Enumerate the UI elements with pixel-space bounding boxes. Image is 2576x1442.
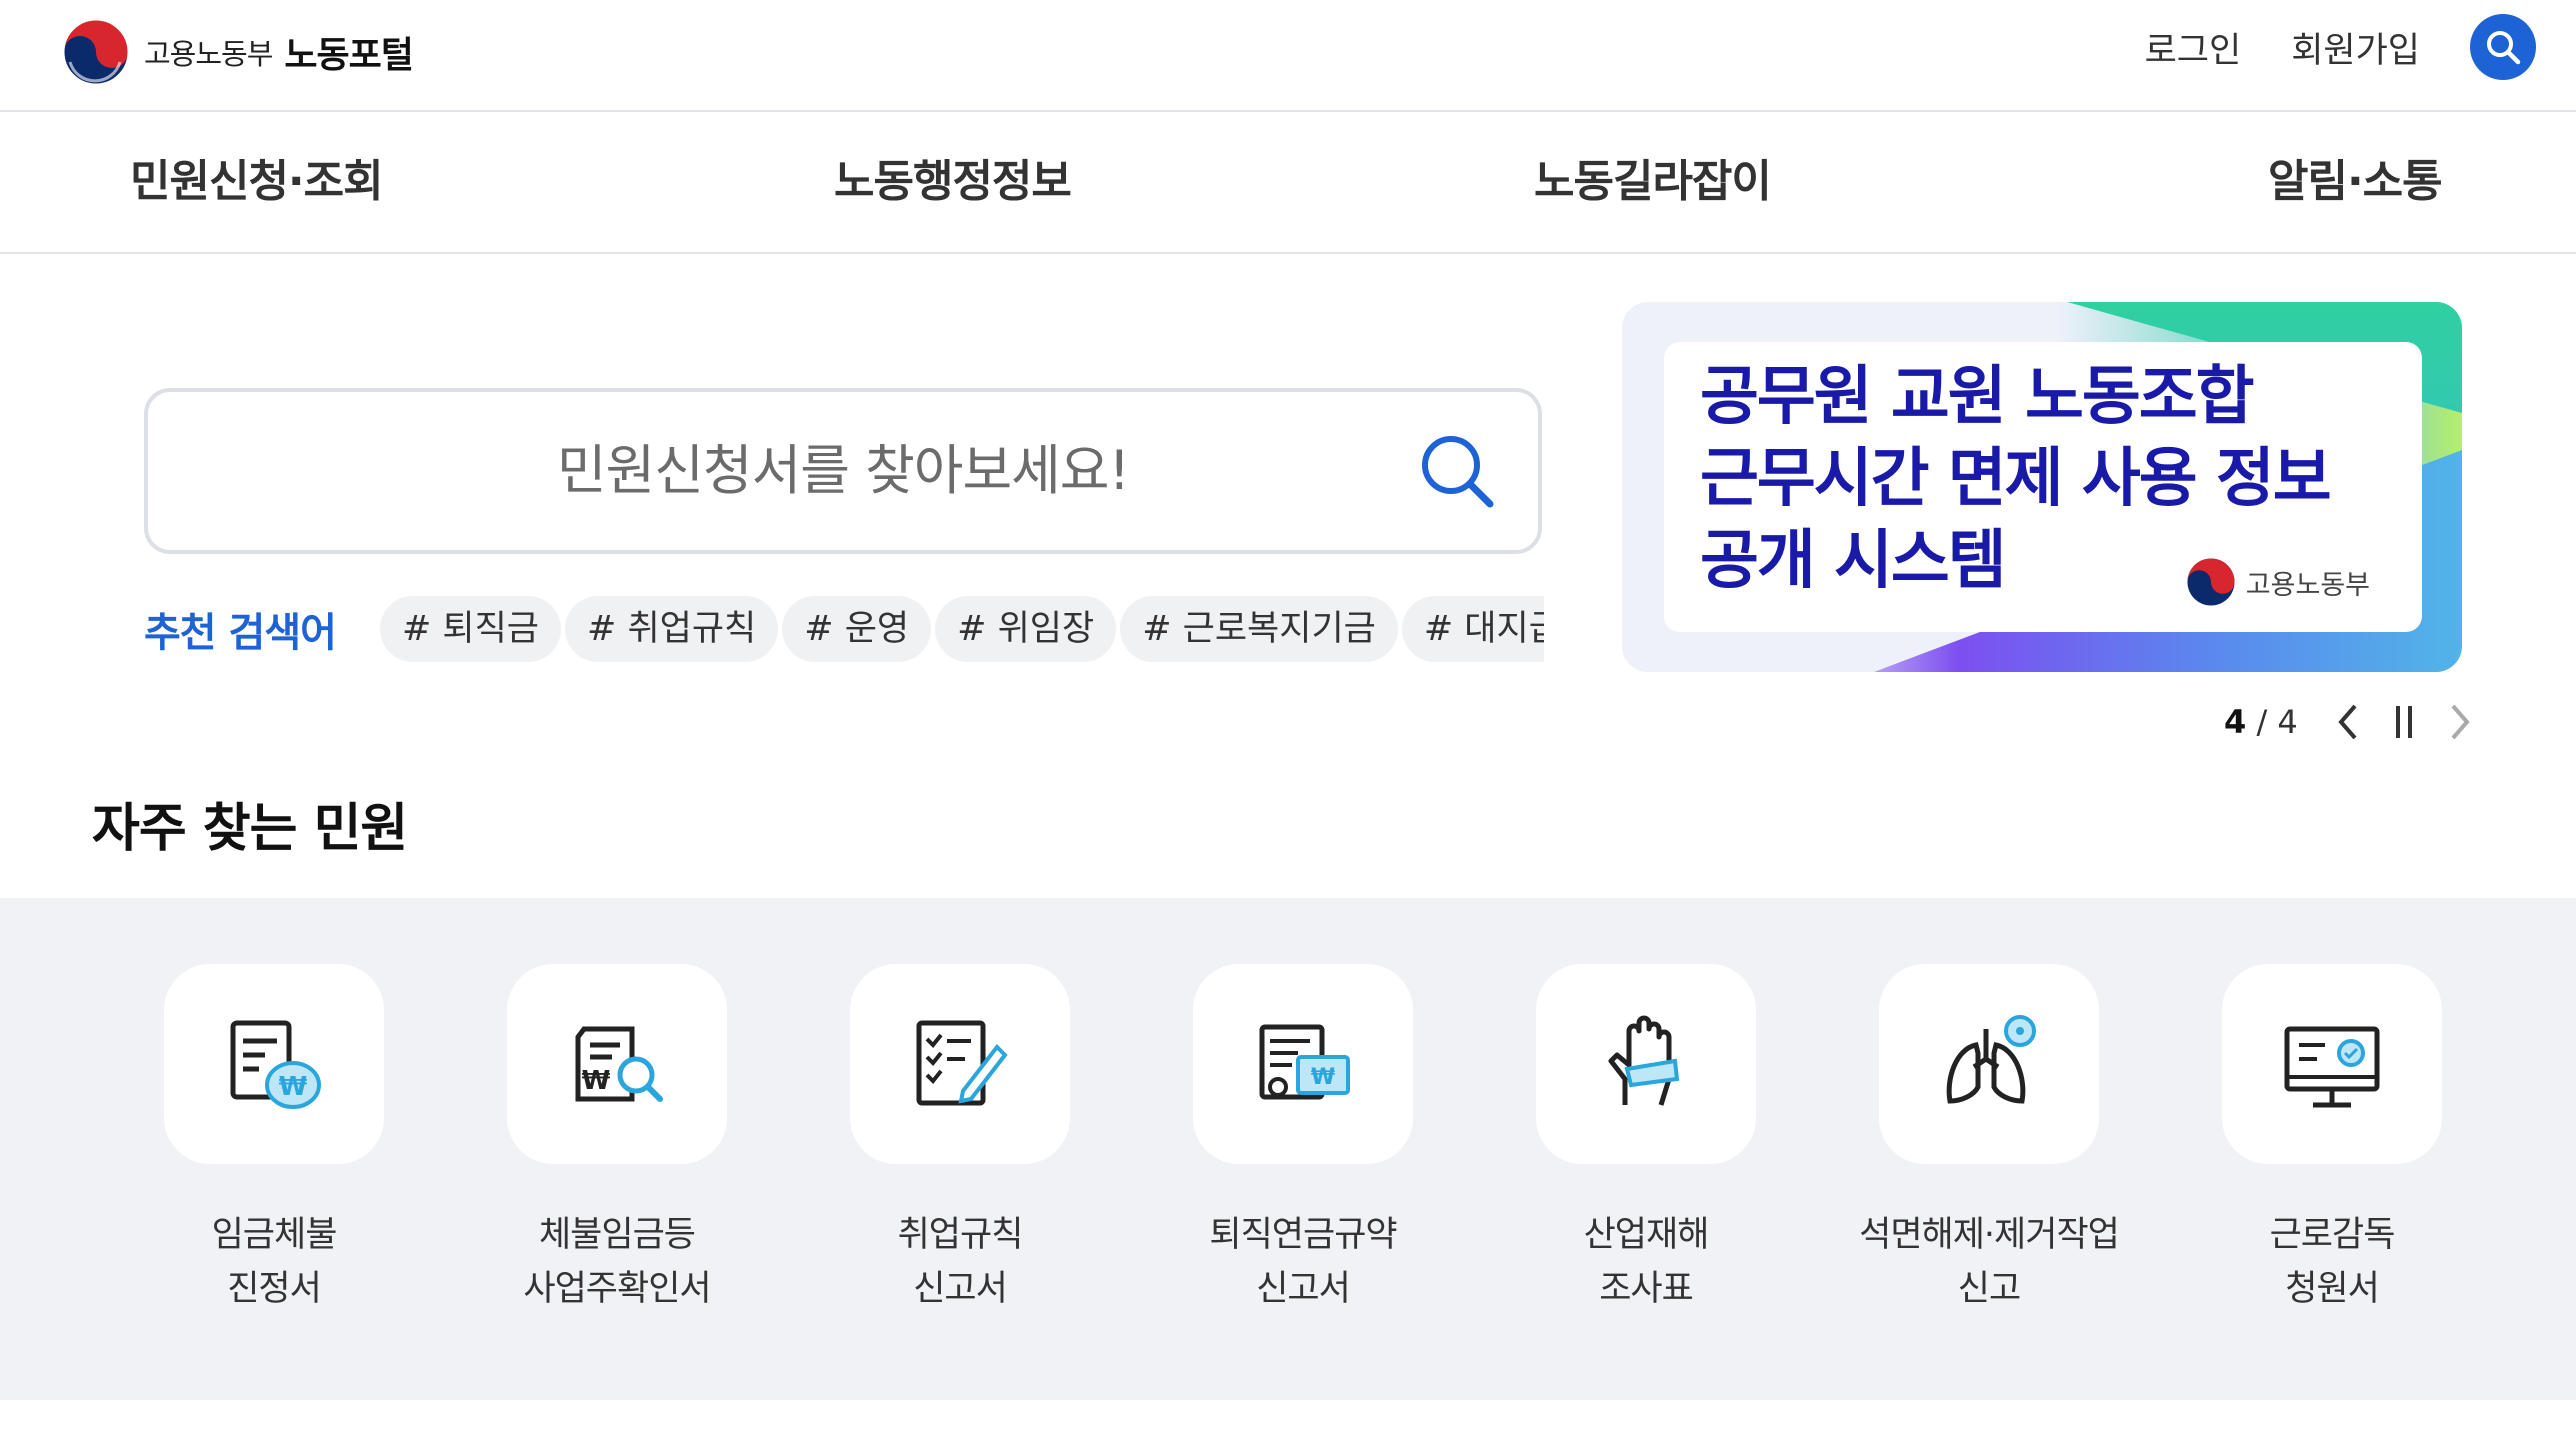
frequent-item-label-line: 근로감독	[2269, 1215, 2396, 1255]
frequent-item-label-line: 석면해제·제거작업	[1859, 1215, 2120, 1255]
frequent-item-label-line: 취업규칙	[897, 1215, 1024, 1255]
utility-menu: 로그인 회원가입	[2145, 14, 2536, 80]
frequent-item-label-line: 진정서	[227, 1269, 322, 1309]
signup-link[interactable]: 회원가입	[2291, 22, 2420, 73]
keyword-chip[interactable]: # 퇴직금	[379, 596, 561, 662]
banner-pager: 4 / 4	[2224, 694, 2488, 750]
civil-form-search-input[interactable]: 민원신청서를 찾아보세요!	[144, 388, 1542, 554]
banner-title-line: 근무시간 면제 사용 정보	[1700, 442, 2332, 516]
banner-page-count: 4 / 4	[2224, 703, 2298, 741]
frequent-item-label-line: 신고서	[913, 1269, 1008, 1309]
frequent-item-unpaid-wage-confirmation[interactable]: ₩ 체불임금등 사업주확인서	[467, 964, 767, 1316]
ministry-name: 고용노동부	[144, 37, 273, 71]
banner-current-page: 4	[2224, 703, 2247, 741]
frequent-item-wage-arrears[interactable]: ₩ 임금체불 진정서	[124, 964, 424, 1316]
checklist-pen-icon	[916, 1020, 1008, 1106]
banner-prev-button[interactable]	[2320, 694, 2376, 750]
injured-hand-icon	[1608, 1015, 1680, 1106]
keyword-chip[interactable]: # 취업규칙	[565, 596, 779, 662]
pause-icon	[2395, 706, 2412, 738]
frequent-item-label-line: 산업재해	[1583, 1215, 1710, 1255]
svg-text:₩: ₩	[279, 1072, 308, 1102]
frequent-item-label-line: 조사표	[1599, 1269, 1694, 1309]
frequent-item-employment-rules[interactable]: 취업규칙 신고서	[810, 964, 1110, 1316]
nav-item-civil-application[interactable]: 민원신청·조회	[130, 112, 384, 252]
frequent-item-label-line: 체불임금등	[538, 1215, 696, 1255]
document-search-icon: ₩	[575, 1026, 663, 1102]
frequent-item-card: ₩	[507, 964, 727, 1164]
frequent-item-label: 취업규칙 신고서	[810, 1208, 1110, 1316]
lungs-icon	[1946, 1015, 2036, 1104]
certificate-icon: ₩	[1259, 1024, 1350, 1100]
frequent-item-card	[1879, 964, 2099, 1164]
banner-card: 공무원 교원 노동조합 근무시간 면제 사용 정보 공개 시스템 고용노동부	[1664, 342, 2422, 632]
nav-item-labor-guide[interactable]: 노동길라잡이	[1534, 112, 1772, 252]
svg-text:₩: ₩	[1311, 1065, 1335, 1090]
recommended-keywords: 추천 검색어 # 퇴직금 # 취업규칙 # 운영 # 위임장 # 근로복지기금 …	[144, 596, 1544, 662]
frequent-item-label: 체불임금등 사업주확인서	[467, 1208, 767, 1316]
frequent-item-label-line: 사업주확인서	[523, 1269, 711, 1309]
frequent-item-asbestos-removal[interactable]: 석면해제·제거작업 신고	[1839, 964, 2139, 1316]
frequent-item-card: ₩	[1193, 964, 1413, 1164]
nav-item-labor-admin-info[interactable]: 노동행정정보	[834, 112, 1072, 252]
frequent-item-industrial-accident[interactable]: 산업재해 조사표	[1496, 964, 1796, 1316]
frequent-item-label-line: 신고	[1957, 1269, 2021, 1309]
frequent-item-card	[850, 964, 1070, 1164]
banner-next-button[interactable]	[2432, 694, 2488, 750]
banner-title-line: 공개 시스템	[1700, 524, 2007, 598]
keyword-chip[interactable]: # 대지급금	[1401, 596, 1544, 662]
taegeuk-logo-icon	[2187, 558, 2235, 606]
frequent-item-card: ₩	[164, 964, 384, 1164]
frequent-civil-list: ₩ 임금체불 진정서 ₩ 체불임금등 사업주확인서 취업규칙 신고서 ₩ 퇴직연…	[0, 898, 2576, 1400]
search-icon	[2487, 31, 2521, 65]
portal-name: 노동포털	[284, 35, 413, 76]
frequent-item-label: 근로감독 청원서	[2182, 1208, 2482, 1316]
recommended-keywords-label: 추천 검색어	[144, 610, 337, 656]
wage-bag-icon: ₩	[230, 1020, 321, 1109]
banner-total-pages: / 4	[2256, 703, 2298, 741]
frequent-section-title: 자주 찾는 민원	[92, 799, 408, 859]
banner-ministry-name: 고용노동부	[2245, 569, 2370, 601]
frequent-item-label: 산업재해 조사표	[1496, 1208, 1796, 1316]
nav-item-notice-communication[interactable]: 알림·소통	[2268, 112, 2443, 252]
banner-pause-button[interactable]	[2376, 694, 2432, 750]
frequent-item-card	[2222, 964, 2442, 1164]
banner-title-line: 공무원 교원 노동조합	[1700, 360, 2254, 434]
main-navigation: 민원신청·조회 노동행정정보 노동길라잡이 알림·소통	[0, 112, 2576, 254]
frequent-item-label: 퇴직연금규약 신고서	[1153, 1208, 1453, 1316]
login-link[interactable]: 로그인	[2145, 22, 2242, 73]
frequent-item-labor-inspection[interactable]: 근로감독 청원서	[2182, 964, 2482, 1316]
banner-ministry-logo: 고용노동부	[2186, 556, 2370, 608]
frequent-item-label-line: 청원서	[2285, 1269, 2380, 1309]
frequent-item-card	[1536, 964, 1756, 1164]
site-logo[interactable]: 고용노동부 노동포털	[62, 18, 414, 86]
frequent-item-label: 석면해제·제거작업 신고	[1839, 1208, 2139, 1316]
keyword-chip[interactable]: # 위임장	[935, 596, 1117, 662]
header-search-button[interactable]	[2470, 14, 2536, 80]
frequent-item-label-line: 신고서	[1256, 1269, 1351, 1309]
frequent-item-label-line: 임금체불	[211, 1215, 338, 1255]
search-placeholder: 민원신청서를 찾아보세요!	[556, 439, 1130, 502]
keyword-chip[interactable]: # 근로복지기금	[1120, 596, 1398, 662]
svg-text:₩: ₩	[582, 1066, 611, 1096]
promo-banner[interactable]: 공무원 교원 노동조합 근무시간 면제 사용 정보 공개 시스템 고용노동부	[1622, 302, 2462, 672]
taegeuk-logo-icon	[63, 19, 129, 85]
frequent-item-label: 임금체불 진정서	[124, 1208, 424, 1316]
chevron-left-icon	[2338, 704, 2357, 740]
site-header: 고용노동부 노동포털 로그인 회원가입	[0, 0, 2576, 112]
frequent-item-pension-agreement[interactable]: ₩ 퇴직연금규약 신고서	[1153, 964, 1453, 1316]
keyword-chip-list: # 퇴직금 # 취업규칙 # 운영 # 위임장 # 근로복지기금 # 대지급금	[379, 596, 1544, 662]
frequent-item-label-line: 퇴직연금규약	[1209, 1215, 1397, 1255]
search-icon[interactable]	[1418, 432, 1498, 512]
chevron-right-icon	[2451, 704, 2470, 740]
monitor-check-icon	[2284, 1026, 2380, 1108]
keyword-chip[interactable]: # 운영	[782, 596, 932, 662]
